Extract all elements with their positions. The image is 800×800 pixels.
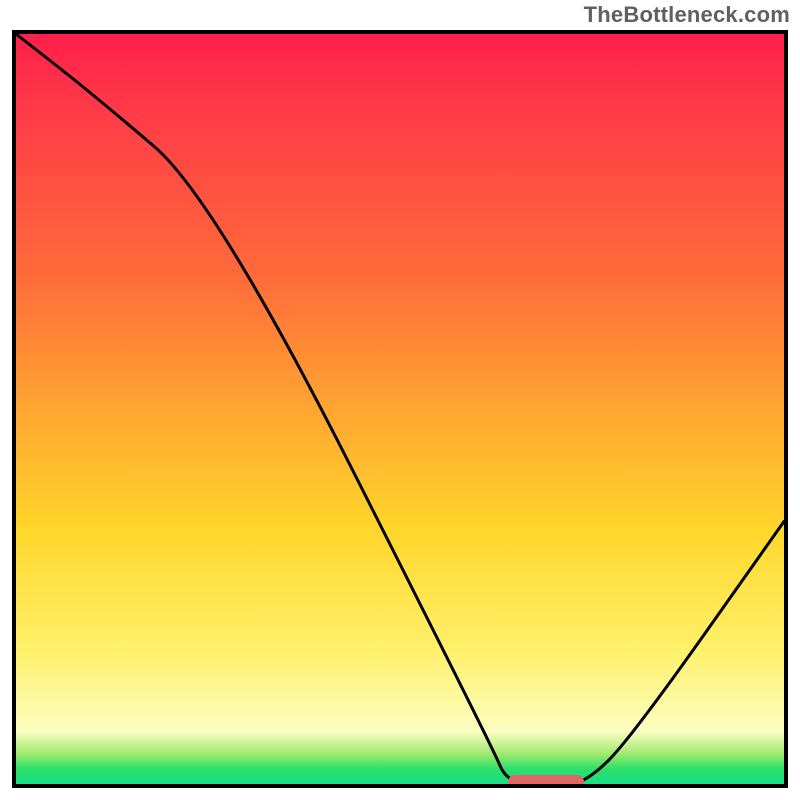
- watermark-text: TheBottleneck.com: [584, 2, 790, 28]
- chart-container: TheBottleneck.com: [0, 0, 800, 800]
- optimal-range-marker: [508, 775, 585, 788]
- plot-frame: [12, 30, 788, 788]
- bottleneck-curve: [16, 34, 784, 784]
